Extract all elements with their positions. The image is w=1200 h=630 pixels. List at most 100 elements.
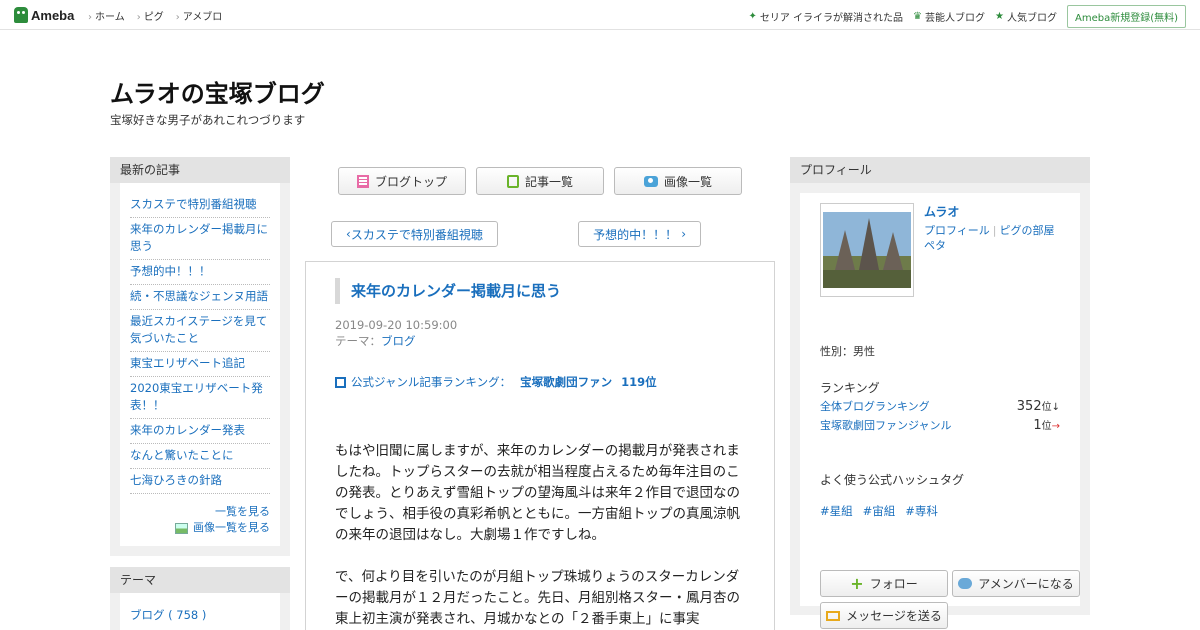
article-paragraph: もはや旧聞に属しますが、来年のカレンダーの掲載月が発表されましたね。トップらスタ… [335,443,740,543]
genre-ranking-value: 1位→ [1033,417,1060,433]
profile-heading: プロフィール [790,157,1090,183]
view-list-link[interactable]: 一覧を見る [215,505,270,518]
blog-top-button[interactable]: ブログトップ [338,167,466,195]
main-content: ブログトップ 記事一覧 画像一覧 ‹ スカステで特別番組視聴 予想的中！！！ › 来… [305,157,775,630]
image-list-label: 画像一覧 [663,174,712,189]
latest-article-link[interactable]: 2020東宝エリザベート発表！！ [130,381,263,412]
overall-ranking-link[interactable]: 全体ブログランキング [820,398,930,414]
blog-description: 宝塚好きな男子があれこれつづります [110,113,306,127]
rank1-unit: 位 [1041,402,1052,413]
prev-article-button[interactable]: ‹ スカステで特別番組視聴 [331,221,498,247]
profile-name[interactable]: ムラオ [924,203,959,220]
top-right-links: ✦ セリア イライラが解消された品 ♛ 芸能人ブログ ★ 人気ブログ Ameba新規登… [748,5,1186,28]
latest-article-link[interactable]: 東宝エリザベート追記 [130,356,245,370]
blog-top-label: ブログトップ [374,174,447,189]
more-links: 一覧を見る 画像一覧を見る [130,504,270,536]
follow-button[interactable]: + フォロー [820,570,948,597]
top-bar: Ameba ホーム ピグ アメブロ ✦セリア イライラが解消された品 ♛芸能人ブ… [0,0,1200,30]
link-popular-blog[interactable]: ★ 人気ブログ [995,9,1057,24]
peta-link[interactable]: ペタ [924,239,946,252]
latest-article-link[interactable]: 七海ひろきの針路 [130,473,222,487]
article-theme-link[interactable]: ブログ [381,334,416,348]
list-item: 2020東宝エリザベート発表！！ [130,377,270,419]
genre-ranking-row: 宝塚歌劇団ファンジャンル 1位→ [820,417,1060,433]
image-icon [175,522,188,534]
list-item: 予想的中！！！ [130,260,270,285]
latest-article-link[interactable]: 最近スカイステージを見て気づいたこと [130,314,267,345]
chat-bubble-icon [958,578,973,589]
theme-panel: テーマ ブログ ( 758 ) [110,567,290,630]
latest-inner: スカステで特別番組視聴 来年のカレンダー掲載月に思う 予想的中！！！ 続・不思議… [120,183,280,546]
overall-ranking-row: 全体ブログランキング 352位↓ [820,398,1060,414]
profile-gender: 性別：男性 [820,345,875,358]
latest-article-list: スカステで特別番組視聴 来年のカレンダー掲載月に思う 予想的中！！！ 続・不思議… [130,193,270,494]
profile-link[interactable]: プロフィール [924,224,990,237]
hashtag-link[interactable]: #宙組 [863,503,896,519]
nav-home[interactable]: ホーム [88,8,125,23]
send-message-label: メッセージを送る [846,609,942,623]
image-list-button[interactable]: 画像一覧 [614,167,742,195]
list-item: 来年のカレンダー掲載月に思う [130,218,270,260]
pigg-room-link[interactable]: ピグの部屋 [1000,224,1055,237]
genre-ranking[interactable]: 公式ジャンル記事ランキング： 宝塚歌劇団ファン 119位 [335,374,746,390]
hashtag-list: #星組 #宙組 #専科 [820,503,938,519]
signup-button[interactable]: Ameba新規登録(無料) [1066,5,1186,28]
latest-article-link[interactable]: スカステで特別番組視聴 [130,197,257,211]
temple-photo [823,212,911,288]
link-separator: | [992,224,997,237]
list-item: 来年のカレンダー発表 [130,419,270,444]
hashtag-link[interactable]: #専科 [905,503,938,519]
trend-right-icon: → [1051,421,1060,432]
left-sidebar: 最新の記事 スカステで特別番組視聴 来年のカレンダー掲載月に思う 予想的中！！！… [110,157,290,630]
link-celebrity-blog[interactable]: ♛ 芸能人ブログ [913,9,985,24]
latest-article-link[interactable]: 来年のカレンダー発表 [130,423,245,437]
article-date: 2019-09-20 10:59:00 [335,318,458,332]
latest-article-link[interactable]: 続・不思議なジェンヌ用語 [130,289,268,303]
send-message-button[interactable]: メッセージを送る [820,602,948,629]
theme-item-blog[interactable]: ブログ ( 758 ) [130,608,206,622]
latest-article-link[interactable]: 予想的中！！！ [130,264,211,278]
profile-links: プロフィール | ピグの部屋 ペタ [924,223,1064,253]
nav-ameblo[interactable]: アメブロ [176,8,223,23]
rank1-number: 352 [1016,399,1042,414]
link-celebrity-label: 芸能人ブログ [925,13,986,24]
list-item: なんと驚いたことに [130,444,270,469]
top-nav: ホーム ピグ アメブロ [88,8,222,23]
view-images-link[interactable]: 画像一覧を見る [193,521,270,534]
camera-icon [643,175,658,187]
article-title[interactable]: 来年のカレンダー掲載月に思う [335,278,746,304]
profile-panel: ムラオ プロフィール | ピグの部屋 ペタ 性別：男性 ランキング 全体ブログランキ… [790,183,1090,629]
nav-pigg[interactable]: ピグ [137,8,164,23]
article-body: もはや旧聞に属しますが、来年のカレンダーの掲載月が発表されましたね。トップらスタ… [335,441,745,630]
profile-image[interactable] [820,203,914,297]
list-item: 七海ひろきの針路 [130,469,270,494]
latest-article-link[interactable]: なんと驚いたことに [130,448,234,462]
link-seria-label: セリア イライラが解消された品 [759,13,904,24]
article-meta: 2019-09-20 10:59:00 テーマ：ブログ [335,317,746,349]
pages-icon [506,174,519,188]
blog-title[interactable]: ムラオの宝塚ブログ [110,74,325,109]
logo-text: Ameba [31,7,75,23]
latest-article-link[interactable]: 来年のカレンダー掲載月に思う [130,222,268,253]
amember-button[interactable]: アメンバーになる [952,570,1080,597]
right-sidebar: プロフィール ムラオ プロフィール|ピグの部屋 ペタ 性別：男性 ランキング [790,157,1090,629]
overall-ranking-value: 352位↓ [1017,398,1060,414]
hashtag-heading: よく使う公式ハッシュタグ [820,473,965,487]
amember-label: アメンバーになる [978,577,1074,591]
follow-label: フォロー [869,577,918,591]
profile-inner: ムラオ プロフィール | ピグの部屋 ペタ 性別：男性 ランキング 全体ブログランキ… [800,193,1080,629]
rank2-number: 1 [1033,418,1042,433]
article: 来年のカレンダー掲載月に思う 2019-09-20 10:59:00 テーマ：ブ… [305,261,775,630]
hashtag-link[interactable]: #星組 [820,503,853,519]
next-article-button[interactable]: 予想的中！！！ › [578,221,701,247]
ranking-genre: 宝塚歌劇団ファン [520,375,613,389]
blog-nav-buttons: ブログトップ 記事一覧 画像一覧 [305,157,775,195]
ameba-logo[interactable]: Ameba [14,6,74,24]
link-seria[interactable]: ✦ セリア イライラが解消された品 [748,9,903,24]
article-pager: ‹ スカステで特別番組視聴 予想的中！！！ › [305,195,775,247]
latest-panel: スカステで特別番組視聴 来年のカレンダー掲載月に思う 予想的中！！！ 続・不思議… [110,183,290,556]
article-list-button[interactable]: 記事一覧 [476,167,604,195]
latest-heading: 最新の記事 [110,157,290,183]
genre-ranking-link[interactable]: 宝塚歌劇団ファンジャンル [820,417,951,433]
next-article-label: 予想的中！！！ [593,227,678,242]
